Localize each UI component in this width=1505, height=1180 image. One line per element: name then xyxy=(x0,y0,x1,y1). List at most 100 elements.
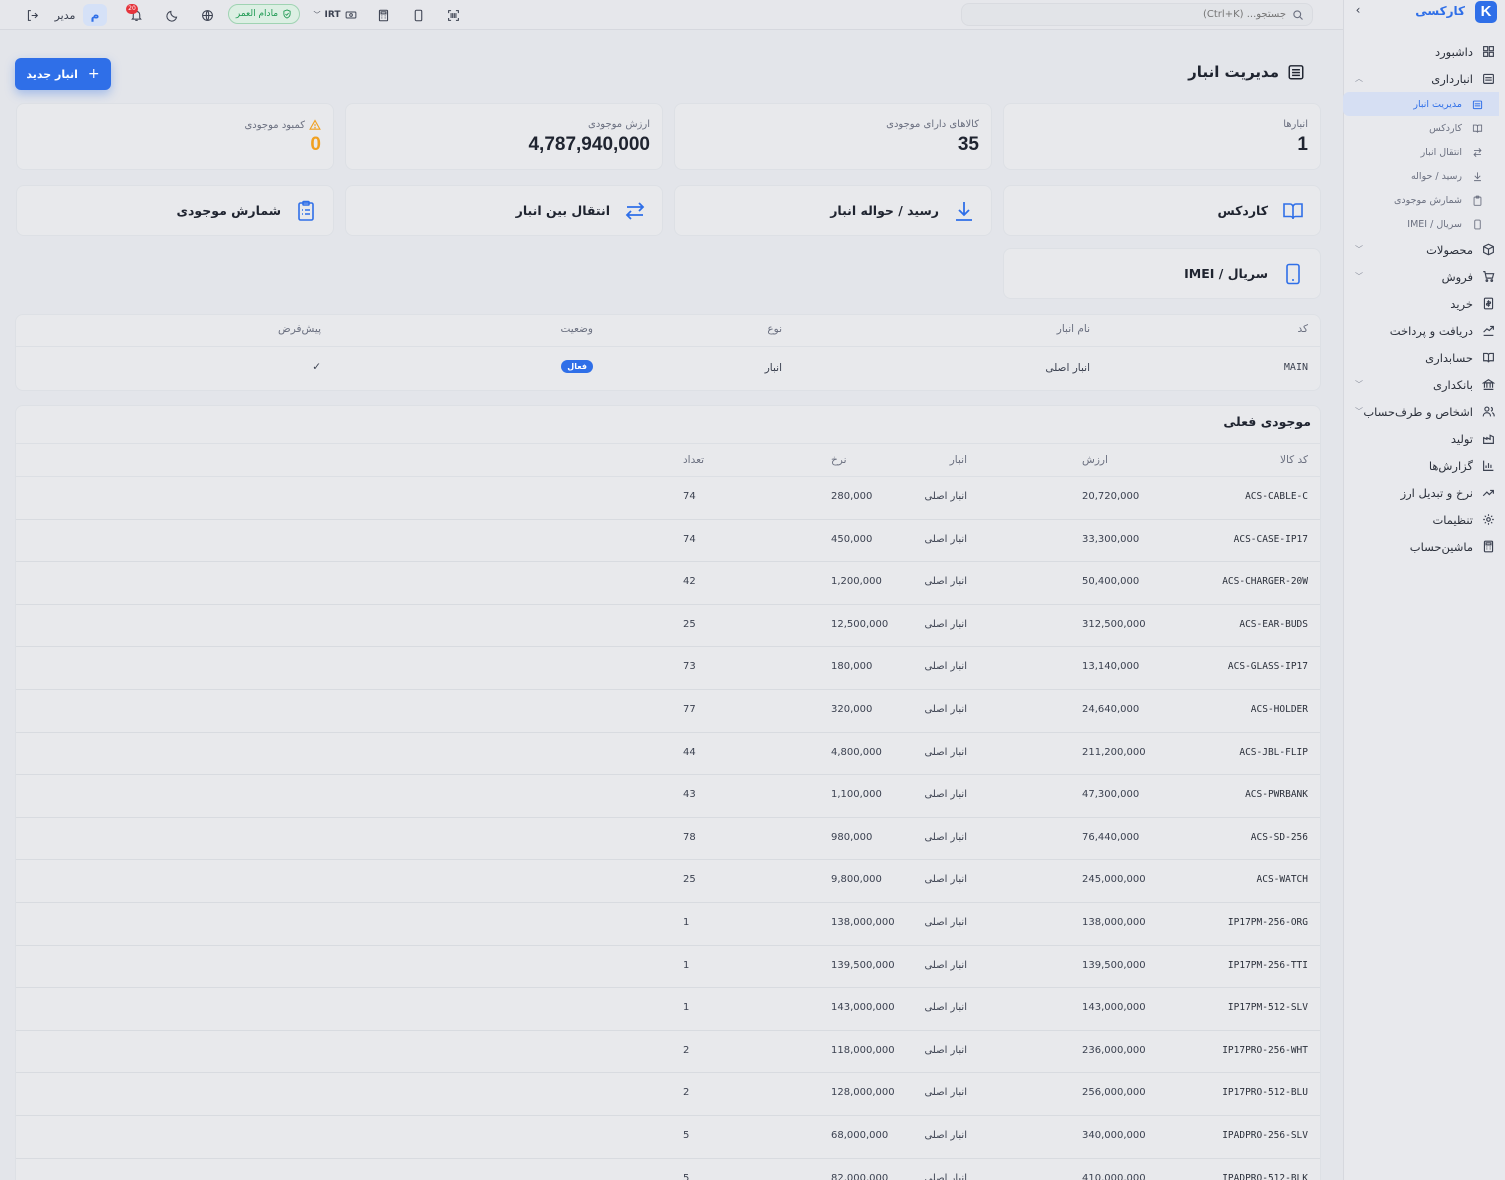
table-row[interactable]: ACS-WATCH انبار اصلی 25 9,800,000 245,000,00… xyxy=(16,860,1320,903)
sidebar-subitem-serial-imei[interactable]: سریال / IMEI xyxy=(1343,212,1505,236)
user-name[interactable]: مدیر xyxy=(53,6,77,24)
action-label: سریال / IMEI xyxy=(1184,266,1268,281)
cart-icon xyxy=(1481,270,1495,284)
avatar[interactable]: م xyxy=(83,4,107,26)
quantity: 25 xyxy=(683,874,696,886)
sidebar: K کارکسی › داشبورد انبارداری ︿ مدیریت ان… xyxy=(1343,0,1505,1180)
clipboard-icon xyxy=(293,198,319,224)
currency-selector[interactable]: ﹀ IRT xyxy=(312,6,358,24)
stat-card-warehouses: انبارها 1 xyxy=(1003,103,1321,170)
new-warehouse-button[interactable]: + انبار جدید xyxy=(15,58,111,90)
sidebar-item-label: خرید xyxy=(1450,296,1473,311)
unit-rate: 128,000,000 xyxy=(831,1087,895,1099)
quantity: 77 xyxy=(683,703,696,715)
action-kardex[interactable]: کاردکس xyxy=(1003,185,1321,236)
warehouse-name: انبار اصلی xyxy=(924,661,967,673)
sidebar-item-label: اشخاص و طرف‌حساب xyxy=(1363,404,1473,419)
table-row[interactable]: IP17PRO-512-BLU انبار اصلی 2 128,000,000 256… xyxy=(16,1073,1320,1116)
table-header: کد نام انبار نوع وضعیت پیش‌فرض xyxy=(16,315,1320,347)
warehouse-name: انبار اصلی xyxy=(924,789,967,801)
search-box[interactable] xyxy=(961,3,1313,26)
table-row[interactable]: IP17PM-256-ORG انبار اصلی 1 138,000,000 138,… xyxy=(16,903,1320,946)
stock-value: 143,000,000 xyxy=(1082,1002,1146,1014)
table-row[interactable]: ACS-CABLE-C انبار اصلی 74 280,000 20,720,000 xyxy=(16,477,1320,520)
sidebar-subitem-warehouse-management[interactable]: مدیریت انبار xyxy=(1343,92,1499,116)
search-input[interactable] xyxy=(1086,9,1286,20)
phone-icon[interactable] xyxy=(410,6,426,24)
chevron-down-icon: ﹀ xyxy=(313,11,321,19)
sidebar-item-label: بانکداری xyxy=(1432,377,1473,392)
action-serial-imei[interactable]: سریال / IMEI xyxy=(1003,248,1321,299)
scan-barcode-icon[interactable] xyxy=(445,6,461,24)
sidebar-subitem-kardex[interactable]: کاردکس xyxy=(1343,116,1505,140)
quantity: 78 xyxy=(683,831,696,843)
sidebar-item-parties[interactable]: اشخاص و طرف‌حساب ﹀ xyxy=(1343,398,1505,425)
book-open-icon xyxy=(1471,122,1483,134)
section-title: موجودی فعلی xyxy=(1223,414,1311,429)
table-row[interactable]: ACS-SD-256 انبار اصلی 78 980,000 76,440,000 xyxy=(16,818,1320,861)
stock-value: 236,000,000 xyxy=(1082,1044,1146,1056)
sidebar-item-settings[interactable]: تنظیمات xyxy=(1343,506,1505,533)
table-row[interactable]: ACS-GLASS-IP17 انبار اصلی 73 180,000 13,140,… xyxy=(16,647,1320,690)
table-row[interactable]: IP17PRO-256-WHT انبار اصلی 2 118,000,000 236… xyxy=(16,1031,1320,1074)
table-row[interactable]: ACS-JBL-FLIP انبار اصلی 44 4,800,000 211,200… xyxy=(16,733,1320,776)
company-badge[interactable]: مادام العمر xyxy=(228,4,300,24)
table-row[interactable]: ACS-HOLDER انبار اصلی 77 320,000 24,640,000 xyxy=(16,690,1320,733)
sidebar-item-calculator[interactable]: ماشین‌حساب xyxy=(1343,533,1505,560)
table-row[interactable]: IPADPRO-256-SLV انبار اصلی 5 68,000,000 340,… xyxy=(16,1116,1320,1159)
table-row[interactable]: ACS-PWRBANK انبار اصلی 43 1,100,000 47,300,0… xyxy=(16,775,1320,818)
download-icon xyxy=(951,198,977,224)
action-transfer[interactable]: انتقال بین انبار xyxy=(345,185,663,236)
phone-icon xyxy=(1280,261,1306,287)
warehouse-icon xyxy=(1481,72,1495,86)
table-row[interactable]: ACS-CHARGER-20W انبار اصلی 42 1,200,000 50,4… xyxy=(16,562,1320,605)
reports-icon xyxy=(1481,459,1495,473)
product-code: IP17PM-256-ORG xyxy=(1227,916,1308,928)
product-code: ACS-GLASS-IP17 xyxy=(1227,661,1308,673)
sidebar-subitem-label: سریال / IMEI xyxy=(1407,218,1462,230)
collapse-sidebar-chevron-icon[interactable]: › xyxy=(1351,3,1365,19)
bank-icon xyxy=(1481,378,1495,392)
dark-mode-moon-icon[interactable] xyxy=(164,6,180,24)
language-globe-icon[interactable] xyxy=(199,6,215,24)
sidebar-item-reports[interactable]: گزارش‌ها xyxy=(1343,452,1505,479)
table-row[interactable]: IPADPRO-512-BLK انبار اصلی 5 82,000,000 410,… xyxy=(16,1159,1320,1180)
quantity: 1 xyxy=(683,916,690,928)
brand-name[interactable]: کارکسی xyxy=(1415,4,1465,18)
warehouse-name: انبار اصلی xyxy=(924,1172,967,1180)
column-header: وضعیت xyxy=(560,323,593,335)
book-icon xyxy=(1481,351,1495,365)
calculator-icon[interactable] xyxy=(375,6,391,24)
action-receipt[interactable]: رسید / حواله انبار xyxy=(674,185,992,236)
sidebar-subitem-receipt[interactable]: رسید / حواله xyxy=(1343,164,1505,188)
sidebar-subitem-label: مدیریت انبار xyxy=(1413,98,1462,110)
action-stock-count[interactable]: شمارش موجودی xyxy=(16,185,334,236)
stock-value: 256,000,000 xyxy=(1082,1087,1146,1099)
sidebar-item-warehousing[interactable]: انبارداری ︿ xyxy=(1343,65,1505,92)
table-row[interactable]: IP17PM-256-TTI انبار اصلی 1 139,500,000 139,… xyxy=(16,946,1320,989)
warehouse-name: انبار اصلی xyxy=(924,916,967,928)
sidebar-item-banking[interactable]: بانکداری ﹀ xyxy=(1343,371,1505,398)
chevron-down-icon: ﹀ xyxy=(1355,272,1363,281)
sidebar-item-production[interactable]: تولید xyxy=(1343,425,1505,452)
table-row[interactable]: IP17PM-512-SLV انبار اصلی 1 143,000,000 143,… xyxy=(16,988,1320,1031)
search-icon xyxy=(1293,9,1303,20)
sidebar-item-purchase[interactable]: خرید xyxy=(1343,290,1505,317)
sidebar-item-currency[interactable]: نرخ و تبدیل ارز xyxy=(1343,479,1505,506)
sidebar-item-payments[interactable]: دریافت و پرداخت xyxy=(1343,317,1505,344)
stock-value: 47,300,000 xyxy=(1082,789,1140,801)
logout-icon[interactable] xyxy=(24,6,40,24)
brand-logo[interactable]: K xyxy=(1475,1,1497,23)
table-row[interactable]: ACS-CASE-IP17 انبار اصلی 74 450,000 33,300,0… xyxy=(16,520,1320,563)
table-row[interactable]: ACS-EAR-BUDS انبار اصلی 25 12,500,000 312,50… xyxy=(16,605,1320,648)
sidebar-item-accounting[interactable]: حسابداری xyxy=(1343,344,1505,371)
sidebar-subitem-transfer[interactable]: انتقال انبار xyxy=(1343,140,1505,164)
sidebar-item-sales[interactable]: فروش ﹀ xyxy=(1343,263,1505,290)
product-code: IPADPRO-512-BLK xyxy=(1222,1172,1308,1180)
sidebar-item-dashboard[interactable]: داشبورد xyxy=(1343,38,1505,65)
quantity: 73 xyxy=(683,661,696,673)
sidebar-subitem-stock-count[interactable]: شمارش موجودی xyxy=(1343,188,1505,212)
sidebar-item-products[interactable]: محصولات ﹀ xyxy=(1343,236,1505,263)
current-stock-table: موجودی فعلی کد کالا انبار تعداد نرخ ارزش… xyxy=(15,405,1321,1180)
production-icon xyxy=(1481,432,1495,446)
